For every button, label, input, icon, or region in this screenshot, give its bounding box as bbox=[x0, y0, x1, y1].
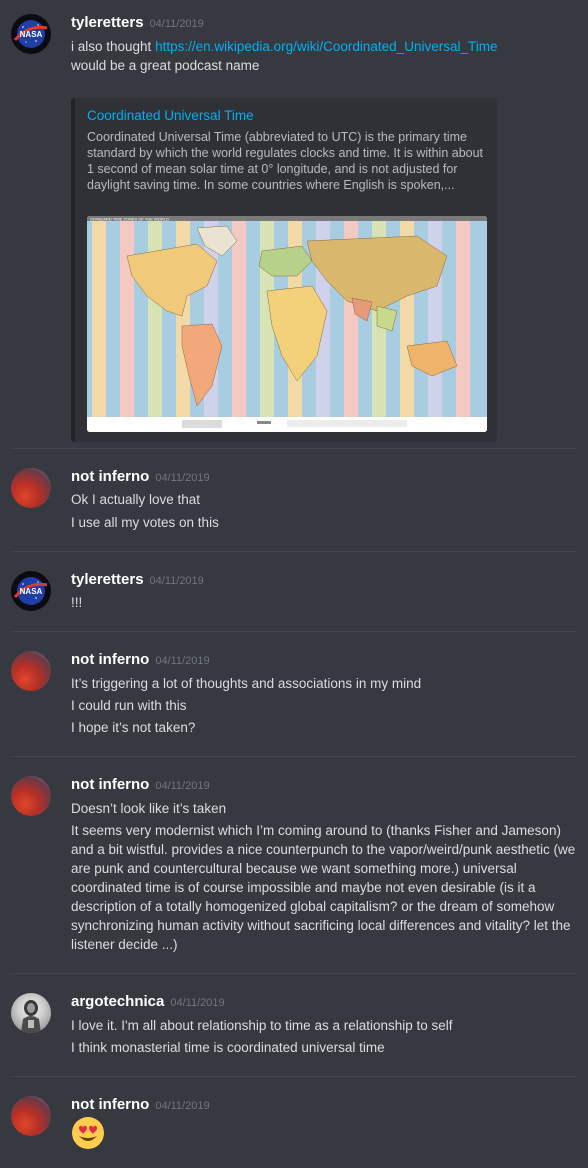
message-text: Doesn’t look like it’s taken bbox=[71, 801, 227, 816]
embed-description: Coordinated Universal Time (abbreviated … bbox=[87, 130, 484, 192]
message-text-part: i also thought bbox=[71, 39, 156, 54]
avatar-not-inferno[interactable] bbox=[11, 468, 51, 508]
embed-image-world-time-zone-map[interactable]: STANDARD TIME ZONES OF THE WORLD bbox=[87, 216, 487, 432]
message-header: tyleretters 04/11/2019 bbox=[71, 14, 204, 32]
message-header: not inferno 04/11/2019 bbox=[71, 1096, 210, 1114]
message-text: I think monasterial time is coordinated … bbox=[71, 1040, 385, 1055]
message-group-argotechnica: argotechnica 04/11/2019 I love it. I'm al… bbox=[0, 993, 588, 1059]
avatar-not-inferno[interactable] bbox=[11, 651, 51, 691]
username[interactable]: not inferno bbox=[71, 651, 149, 668]
message-group-not-inferno-3: not inferno 04/11/2019 Doesn’t look like … bbox=[0, 776, 588, 956]
message-group-not-inferno-1: not inferno 04/11/2019 Ok I actually love… bbox=[0, 468, 588, 532]
message-header: not inferno 04/11/2019 bbox=[71, 776, 210, 794]
message-divider bbox=[10, 631, 576, 632]
nasa-logo-icon: NASA bbox=[13, 20, 48, 48]
message-text: I use all my votes on this bbox=[71, 515, 219, 530]
message-divider bbox=[10, 973, 576, 974]
message-header: not inferno 04/11/2019 bbox=[71, 651, 210, 669]
message-header: argotechnica 04/11/2019 bbox=[71, 993, 225, 1011]
message-text: !!! bbox=[71, 595, 83, 610]
avatar-not-inferno[interactable] bbox=[11, 1096, 51, 1136]
message-text: Ok I actually love that bbox=[71, 492, 201, 507]
timestamp: 04/11/2019 bbox=[149, 575, 204, 587]
message-divider bbox=[10, 551, 576, 552]
svg-text:NASA: NASA bbox=[20, 587, 43, 596]
robot-figure-icon bbox=[21, 1000, 41, 1033]
message-text: It’s triggering a lot of thoughts and as… bbox=[71, 676, 422, 691]
timestamp: 04/11/2019 bbox=[155, 655, 210, 667]
avatar-tyleretters[interactable]: NASA bbox=[11, 14, 51, 54]
time-zone-map-image: STANDARD TIME ZONES OF THE WORLD bbox=[87, 216, 487, 432]
username[interactable]: tyleretters bbox=[71, 571, 144, 588]
username[interactable]: not inferno bbox=[71, 468, 149, 485]
username[interactable]: argotechnica bbox=[71, 993, 164, 1010]
avatar-not-inferno[interactable] bbox=[11, 776, 51, 816]
map-caption: STANDARD TIME ZONES OF THE WORLD bbox=[90, 216, 169, 221]
svg-text:NASA: NASA bbox=[20, 30, 43, 39]
message-group-not-inferno-4: not inferno 04/11/2019 bbox=[0, 1096, 588, 1158]
wikipedia-link[interactable]: https://en.wikipedia.org/wiki/Coordinate… bbox=[155, 39, 497, 54]
message-text: It seems very modernist which I’m coming… bbox=[71, 823, 576, 952]
embed-title[interactable]: Coordinated Universal Time bbox=[87, 108, 254, 123]
username[interactable]: not inferno bbox=[71, 1096, 149, 1113]
timestamp: 04/11/2019 bbox=[155, 472, 210, 484]
message-text: I hope it’s not taken? bbox=[71, 720, 196, 735]
link-embed: Coordinated Universal Time Coordinated U… bbox=[71, 98, 497, 442]
message-text-part: would be a great podcast name bbox=[71, 58, 260, 73]
message-header: not inferno 04/11/2019 bbox=[71, 468, 210, 486]
message-text: I love it. I'm all about relationship to… bbox=[71, 1018, 453, 1033]
avatar-argotechnica[interactable] bbox=[11, 993, 51, 1033]
message-header: tyleretters 04/11/2019 bbox=[71, 571, 204, 589]
nasa-logo-icon: NASA bbox=[13, 577, 48, 605]
heart-eyes-emoji-icon[interactable] bbox=[71, 1116, 105, 1150]
avatar-tyleretters[interactable]: NASA bbox=[11, 571, 51, 611]
message-divider bbox=[10, 1076, 576, 1077]
message-group-tyleretters-1: NASA tyleretters 04/11/2019 i also though… bbox=[0, 14, 588, 442]
timestamp: 04/11/2019 bbox=[155, 1100, 210, 1112]
message-text: i also thought https://en.wikipedia.org/… bbox=[71, 37, 580, 75]
message-text: I could run with this bbox=[71, 698, 187, 713]
timestamp: 04/11/2019 bbox=[155, 780, 210, 792]
message-group-tyleretters-2: NASA tyleretters 04/11/2019 !!! bbox=[0, 571, 588, 615]
timestamp: 04/11/2019 bbox=[149, 18, 204, 30]
username[interactable]: not inferno bbox=[71, 776, 149, 793]
message-divider bbox=[10, 448, 576, 449]
message-group-not-inferno-2: not inferno 04/11/2019 It’s triggering a … bbox=[0, 651, 588, 739]
message-divider bbox=[10, 756, 576, 757]
timestamp: 04/11/2019 bbox=[170, 997, 225, 1009]
username[interactable]: tyleretters bbox=[71, 14, 144, 31]
